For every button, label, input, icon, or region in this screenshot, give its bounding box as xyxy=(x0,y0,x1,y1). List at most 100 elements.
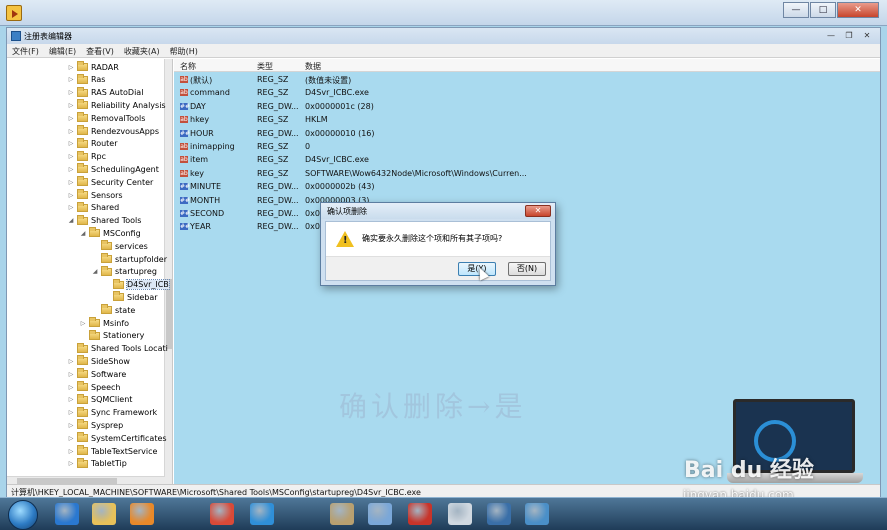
expand-arrow-icon[interactable]: ▷ xyxy=(67,422,75,429)
tree-item[interactable]: ▷ Router xyxy=(67,137,118,150)
tree-item[interactable]: ▷ Speech xyxy=(67,381,120,393)
expand-arrow-icon[interactable]: ▷ xyxy=(67,371,75,378)
tree-horizontal-scrollbar[interactable] xyxy=(7,476,165,484)
expand-arrow-icon[interactable]: ▷ xyxy=(67,128,75,135)
chess-icon[interactable] xyxy=(408,503,432,525)
value-row[interactable]: ab key REG_SZ SOFTWARE\Wow6432Node\Microsof… xyxy=(174,167,880,180)
value-name: hkey xyxy=(190,115,210,125)
tree-item[interactable]: ▷ RemovalTools xyxy=(67,112,145,124)
expand-arrow-icon[interactable]: ▷ xyxy=(67,166,75,173)
expand-arrow-icon[interactable]: ▷ xyxy=(67,448,75,455)
media-app-icon[interactable] xyxy=(6,5,22,21)
tree-item[interactable]: ▷ Security Center xyxy=(67,176,153,188)
menu-file[interactable]: 文件(F) xyxy=(7,44,44,57)
column-header-name[interactable]: 名称 xyxy=(180,61,196,72)
expand-arrow-icon[interactable]: ▷ xyxy=(67,89,75,96)
expand-arrow-icon[interactable]: ▷ xyxy=(67,102,75,109)
tree-vertical-scrollbar[interactable] xyxy=(164,59,172,484)
outer-minimize-button[interactable]: — xyxy=(783,2,809,18)
close-button[interactable]: ✕ xyxy=(858,30,876,42)
expand-arrow-icon[interactable]: ▷ xyxy=(67,115,75,122)
tree-item[interactable]: ◢ startupreg xyxy=(91,265,157,278)
expand-arrow-icon[interactable]: ▷ xyxy=(67,435,75,442)
tree-item[interactable]: state xyxy=(91,304,135,316)
expand-arrow-icon[interactable]: ▷ xyxy=(67,358,75,365)
network-icon[interactable] xyxy=(368,503,392,525)
value-row[interactable]: ab item REG_SZ D4Svr_ICBC.exe xyxy=(174,153,880,166)
tree-item[interactable]: ▷ Msinfo xyxy=(79,317,129,329)
expand-arrow-icon[interactable]: ▷ xyxy=(67,153,75,160)
explorer-icon[interactable] xyxy=(92,503,116,525)
expand-arrow-icon[interactable]: ▷ xyxy=(67,76,75,83)
tree-item[interactable]: ▷ TabletTip xyxy=(67,457,127,470)
menu-view[interactable]: 查看(V) xyxy=(81,44,119,57)
tree-item[interactable]: ▷ Software xyxy=(67,368,126,380)
expand-arrow-icon[interactable]: ▷ xyxy=(67,396,75,403)
expand-arrow-icon[interactable]: ▷ xyxy=(67,179,75,186)
expand-arrow-icon[interactable]: ▷ xyxy=(67,384,75,391)
puzzle-icon[interactable] xyxy=(525,503,549,525)
value-row[interactable]: ab inimapping REG_SZ 0 xyxy=(174,140,880,153)
tree-item[interactable]: Stationery xyxy=(79,329,144,342)
outer-maximize-button[interactable]: □ xyxy=(810,2,836,18)
column-header-data[interactable]: 数据 xyxy=(305,61,321,72)
tree-item[interactable]: ▷ Sync Framework xyxy=(67,406,157,419)
tree-item[interactable]: ▷ SQMClient xyxy=(67,393,132,406)
media-player-icon[interactable] xyxy=(130,503,154,525)
monitor-icon[interactable] xyxy=(487,503,511,525)
tree-item[interactable]: ▷ SystemCertificates xyxy=(67,432,167,444)
tree-item[interactable]: ▷ Shared xyxy=(67,201,119,214)
expand-arrow-icon[interactable]: ▷ xyxy=(67,204,75,211)
expand-arrow-icon[interactable]: ◢ xyxy=(79,230,87,237)
menu-edit[interactable]: 编辑(E) xyxy=(44,44,81,57)
outer-close-button[interactable]: ✕ xyxy=(837,2,879,18)
folder-icon xyxy=(77,86,88,97)
expand-arrow-icon[interactable]: ▷ xyxy=(67,460,75,467)
tree-item[interactable]: ▷ Ras xyxy=(67,73,105,86)
tree-item[interactable]: ▷ SchedulingAgent xyxy=(67,163,159,175)
column-header-type[interactable]: 类型 xyxy=(257,61,273,72)
restore-button[interactable]: ❐ xyxy=(840,30,858,42)
tree-item[interactable]: ◢ MSConfig xyxy=(79,227,141,239)
value-row[interactable]: ## HOUR REG_DW... 0x00000010 (16) xyxy=(174,127,880,140)
ie-icon[interactable] xyxy=(55,503,79,525)
tree-item[interactable]: services xyxy=(91,240,148,252)
gear-app-icon[interactable] xyxy=(448,503,472,525)
expand-arrow-icon[interactable]: ▷ xyxy=(67,409,75,416)
value-row[interactable]: ab hkey REG_SZ HKLM xyxy=(174,113,880,126)
expand-arrow-icon[interactable]: ◢ xyxy=(91,268,99,275)
tree-item[interactable]: ▷ TableTextService xyxy=(67,445,157,457)
app-icon[interactable] xyxy=(250,503,274,525)
tree-item[interactable]: ▷ RADAR xyxy=(67,61,119,73)
expand-arrow-icon[interactable]: ▷ xyxy=(67,64,75,71)
value-row[interactable]: ab command REG_SZ D4Svr_ICBC.exe xyxy=(174,86,880,99)
expand-arrow-icon[interactable]: ▷ xyxy=(67,192,75,199)
tree-item-label: MSConfig xyxy=(103,228,141,238)
tree-item-selected[interactable]: D4Svr_ICB xyxy=(103,278,170,291)
tree-item[interactable]: ◢ Shared Tools xyxy=(67,214,141,227)
expand-arrow-icon[interactable]: ▷ xyxy=(79,320,87,327)
menu-help[interactable]: 帮助(H) xyxy=(165,44,203,57)
start-button[interactable] xyxy=(8,500,38,530)
tree-item[interactable]: startupfolder xyxy=(91,253,167,265)
paint-icon[interactable] xyxy=(330,503,354,525)
tree-item[interactable]: ▷ Rpc xyxy=(67,150,106,163)
tree-item[interactable]: ▷ Sysprep xyxy=(67,419,123,431)
tree-item[interactable]: Sidebar xyxy=(103,291,158,303)
value-row[interactable]: ## DAY REG_DW... 0x0000001c (28) xyxy=(174,100,880,113)
tree-item[interactable]: ▷ SideShow xyxy=(67,355,130,367)
tree-item[interactable]: Shared Tools Locati xyxy=(67,342,168,355)
value-row[interactable]: ## MINUTE REG_DW... 0x0000002b (43) xyxy=(174,180,880,193)
minimize-button[interactable]: — xyxy=(822,30,840,42)
expand-arrow-icon[interactable]: ◢ xyxy=(67,217,75,224)
value-row[interactable]: ab (默认) REG_SZ (数值未设置) xyxy=(174,73,880,86)
tree-item[interactable]: ▷ RAS AutoDial xyxy=(67,86,143,99)
tree-item[interactable]: ▷ RendezvousApps xyxy=(67,125,159,137)
menu-favorites[interactable]: 收藏夹(A) xyxy=(119,44,165,57)
dialog-close-button[interactable]: ✕ xyxy=(525,205,551,217)
tree-item[interactable]: ▷ Reliability Analysis xyxy=(67,99,166,111)
expand-arrow-icon[interactable]: ▷ xyxy=(67,140,75,147)
tree-item[interactable]: ▷ Sensors xyxy=(67,189,123,201)
chrome-icon[interactable] xyxy=(210,503,234,525)
no-button[interactable]: 否(N) xyxy=(508,262,546,276)
